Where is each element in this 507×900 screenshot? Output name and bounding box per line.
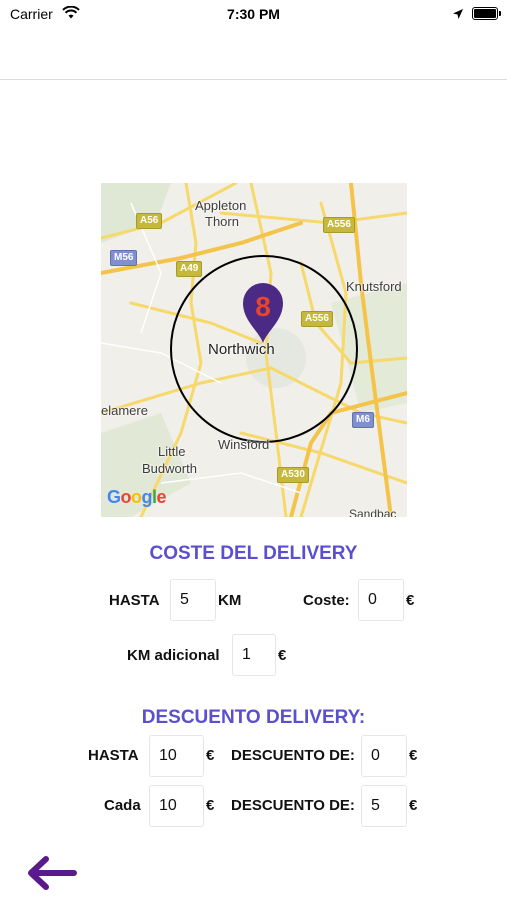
currency-label: € [409, 747, 418, 764]
map-place-label: Winsford [218, 437, 270, 452]
map-view[interactable]: Appleton Thorn Knutsford Northwich elame… [101, 183, 407, 517]
discount-hasta-input[interactable]: 10 [149, 735, 204, 777]
map-place-label: Knutsford [346, 279, 402, 294]
km-unit-label: KM [218, 592, 242, 609]
map-place-label: Thorn [205, 214, 239, 229]
hasta-km-input[interactable]: 5 [170, 579, 216, 621]
svg-text:8: 8 [255, 291, 271, 322]
coste-input[interactable]: 0 [358, 579, 404, 621]
map-place-label: Sandbac [349, 507, 397, 517]
descuento-de-label: DESCUENTO DE: [231, 747, 355, 764]
cada-input[interactable]: 10 [149, 785, 204, 827]
descuento-input-2[interactable]: 5 [361, 785, 407, 827]
hasta-label: HASTA [109, 592, 160, 609]
currency-label: € [206, 747, 215, 764]
cada-label: Cada [104, 797, 141, 814]
status-bar: Carrier 7:30 PM [0, 0, 507, 28]
currency-label: € [409, 797, 418, 814]
delivery-cost-title: COSTE DEL DELIVERY [149, 543, 358, 564]
currency-label: € [278, 647, 287, 664]
clock: 7:30 PM [227, 6, 280, 22]
km-adicional-label: KM adicional [127, 647, 220, 664]
road-shield: A530 [277, 467, 309, 483]
road-shield: M56 [110, 250, 138, 266]
google-logo: Google [107, 487, 167, 507]
back-button[interactable] [22, 852, 82, 894]
road-shield: A56 [136, 213, 163, 229]
km-adicional-input[interactable]: 1 [232, 634, 276, 676]
navigation-bar [0, 28, 507, 80]
currency-label: € [206, 797, 215, 814]
currency-label: € [406, 592, 415, 609]
battery-icon [472, 7, 501, 20]
road-shield: A49 [176, 261, 203, 277]
map-place-label: Appleton [195, 198, 247, 213]
road-shield: A556 [323, 217, 355, 233]
coste-label: Coste: [303, 592, 350, 609]
location-arrow-icon [452, 7, 464, 25]
road-shield: A556 [301, 311, 333, 327]
map-place-label: elamere [101, 403, 148, 418]
arrow-left-icon [28, 856, 77, 890]
descuento-input-1[interactable]: 0 [361, 735, 407, 777]
road-shield: M6 [352, 412, 374, 428]
map-place-label: Little [158, 444, 186, 459]
delivery-discount-title: DESCUENTO DELIVERY: [141, 707, 366, 728]
discount-hasta-label: HASTA [88, 747, 139, 764]
descuento-de-label: DESCUENTO DE: [231, 797, 355, 814]
map-place-label: Budworth [142, 461, 197, 476]
